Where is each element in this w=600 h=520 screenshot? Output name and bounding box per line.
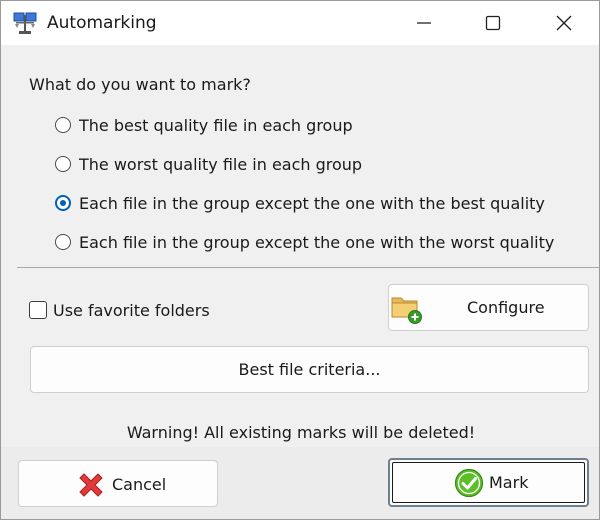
automarking-dialog: Automarking What do you want to mark? Th… — [0, 0, 600, 520]
minimize-icon — [417, 22, 431, 24]
favorite-folders-label: Use favorite folders — [53, 300, 210, 320]
favorite-folders-checkbox-row[interactable]: Use favorite folders — [29, 298, 210, 322]
separator — [17, 267, 599, 268]
radio-button[interactable] — [55, 156, 71, 172]
radio-button[interactable] — [55, 117, 71, 133]
maximize-button[interactable] — [463, 1, 523, 45]
green-check-icon — [454, 468, 484, 502]
warning-message: Warning! All existing marks will be dele… — [126, 423, 476, 442]
best-file-criteria-label: Best file criteria... — [238, 360, 381, 379]
mark-question-label: What do you want to mark? — [29, 75, 251, 94]
mark-button[interactable]: Mark — [388, 458, 589, 507]
close-icon — [556, 15, 572, 31]
radio-label: The worst quality file in each group — [79, 154, 363, 174]
configure-button[interactable]: Configure — [388, 284, 589, 331]
title-bar: Automarking — [1, 1, 599, 45]
radio-label: The best quality file in each group — [79, 115, 353, 135]
radio-except-best[interactable]: Each file in the group except the one wi… — [55, 191, 545, 215]
red-x-icon — [75, 469, 107, 505]
cancel-label: Cancel — [112, 475, 167, 494]
radio-worst-quality[interactable]: The worst quality file in each group — [55, 152, 362, 176]
window-title: Automarking — [47, 13, 157, 33]
cancel-button[interactable]: Cancel — [18, 460, 218, 507]
radio-button-selected[interactable] — [55, 195, 71, 211]
configure-label: Configure — [467, 298, 545, 317]
folder-add-icon — [390, 291, 424, 329]
radio-best-quality[interactable]: The best quality file in each group — [55, 113, 353, 137]
minimize-button[interactable] — [394, 1, 454, 45]
radio-except-worst[interactable]: Each file in the group except the one wi… — [55, 230, 554, 254]
radio-label: Each file in the group except the one wi… — [79, 193, 545, 213]
close-button[interactable] — [534, 1, 594, 45]
favorite-folders-checkbox[interactable] — [29, 301, 47, 319]
radio-button[interactable] — [55, 234, 71, 250]
mark-label: Mark — [489, 473, 529, 492]
best-file-criteria-button[interactable]: Best file criteria... — [30, 346, 589, 393]
app-scales-icon — [13, 11, 37, 35]
maximize-icon — [485, 15, 501, 31]
radio-label: Each file in the group except the one wi… — [79, 232, 555, 252]
